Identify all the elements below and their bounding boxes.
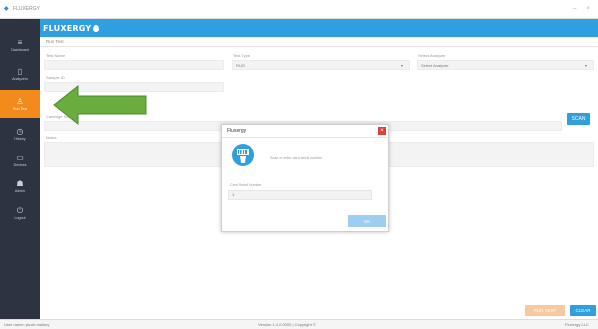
- sidebar-item-label: Run Test: [12, 107, 28, 111]
- test-name-label: Test Name: [46, 53, 66, 58]
- sample-id-label: Sample ID: [46, 75, 65, 80]
- select-analyzer-label: Select Analyzer: [418, 53, 446, 58]
- sidebar-item-label: Admin: [14, 189, 26, 193]
- barcode-scanner-icon: [232, 144, 254, 166]
- fluxergy-logo: FLUXERGY: [43, 23, 92, 33]
- green-arrow-annotation: [53, 84, 147, 126]
- serial-number-input[interactable]: 1: [228, 190, 372, 200]
- sidebar-item-history[interactable]: ◷ History: [0, 120, 40, 148]
- sidebar-item-admin[interactable]: ☗ Admin: [0, 172, 40, 200]
- clock-icon: ◷: [16, 127, 24, 136]
- select-analyzer-value: Select Analyzer: [421, 62, 449, 68]
- status-company: Fluxergy LLC: [565, 322, 589, 327]
- monitor-icon: ▭: [16, 153, 24, 162]
- app-icon: ◆: [4, 6, 9, 12]
- run-test-button[interactable]: RUN TEST: [525, 305, 565, 316]
- window-titlebar: ◆ FLUXERGY – ×: [0, 0, 598, 19]
- sidebar-item-run-test[interactable]: ♙ Run Test: [0, 90, 40, 118]
- divider: [40, 46, 598, 47]
- scan-dialog: Fluxergy × Scan or enter card serial num…: [221, 124, 389, 232]
- ok-button[interactable]: OK: [348, 215, 386, 227]
- window-controls: – ×: [573, 6, 590, 12]
- sidebar-item-label: Devices: [13, 163, 27, 167]
- close-icon[interactable]: ×: [378, 127, 386, 135]
- sidebar-item-dashboard[interactable]: ≡ Dashboard: [0, 31, 40, 59]
- test-name-field[interactable]: [44, 60, 224, 70]
- close-window-icon[interactable]: ×: [586, 6, 590, 12]
- chevron-down-icon: ▾: [400, 62, 403, 68]
- status-bar: User name: jacob.mallory Version 1.4.0.0…: [0, 319, 598, 329]
- drop-logo-icon: [93, 24, 100, 32]
- test-type-label: Test Type: [233, 53, 251, 58]
- sidebar-item-analyzers[interactable]: ▯ Analyzers: [0, 60, 40, 88]
- dialog-title: Fluxergy: [227, 128, 247, 134]
- sidebar-item-label: History: [14, 137, 26, 141]
- minimize-icon[interactable]: –: [573, 6, 576, 12]
- menu-icon: ≡: [17, 38, 23, 47]
- scan-button[interactable]: SCAN: [567, 113, 590, 125]
- clear-button[interactable]: CLEAR: [570, 305, 596, 316]
- analyzer-icon: ▯: [17, 67, 23, 76]
- test-type-value: RUO: [236, 62, 245, 68]
- notes-label: Notes: [46, 135, 57, 140]
- person-icon: ♙: [16, 97, 24, 106]
- dialog-message: Scan or enter card serial number: [270, 156, 323, 160]
- sidebar-item-label: Analyzers: [12, 77, 28, 81]
- power-icon: ⏻: [16, 206, 24, 215]
- status-version: Version 1.4.0.0000 | Copyright ©: [258, 322, 316, 327]
- chevron-down-icon: ▾: [584, 62, 587, 68]
- window-title: FLUXERGY: [13, 6, 40, 12]
- sidebar-item-devices[interactable]: ▭ Devices: [0, 146, 40, 174]
- serial-number-label: Card Serial Number: [230, 183, 262, 187]
- sidebar-item-label: Logout: [14, 216, 26, 220]
- sidebar: ≡ Dashboard ▯ Analyzers ♙ Run Test ◷ His…: [0, 19, 40, 319]
- status-user: User name: jacob.mallory: [4, 322, 50, 327]
- page-title: Run Test: [46, 39, 64, 44]
- users-icon: ☗: [16, 179, 24, 188]
- select-analyzer-select[interactable]: Select Analyzer ▾: [417, 60, 594, 70]
- sidebar-item-label: Dashboard: [11, 48, 29, 52]
- brand-bar: FLUXERGY: [40, 19, 598, 37]
- dialog-divider: [222, 137, 388, 138]
- sidebar-item-logout[interactable]: ⏻ Logout: [0, 199, 40, 227]
- test-type-select[interactable]: RUO ▾: [232, 60, 410, 70]
